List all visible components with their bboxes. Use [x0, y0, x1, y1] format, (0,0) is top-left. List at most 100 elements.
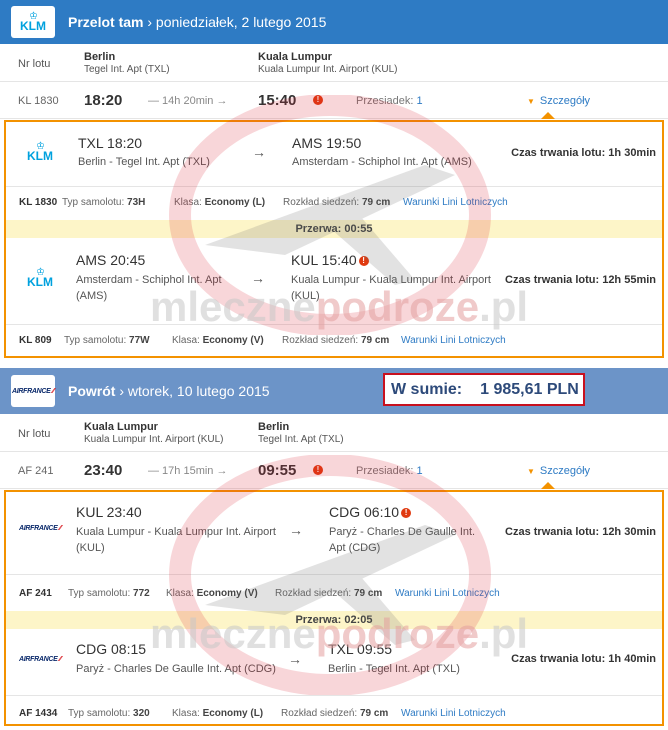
airline-conditions-link[interactable]: Warunki Lini Lotniczych	[395, 588, 500, 599]
segment-arrival: CDG 06:10!	[329, 504, 412, 520]
segment-departure-place: Berlin - Tegel Int. Apt (TXL)	[78, 156, 210, 168]
segment-arrival-place: Amsterdam - Schiphol Int. Apt (AMS)	[292, 156, 472, 168]
next-day-warning-icon: !	[358, 256, 369, 266]
outbound-route-header: Nr lotu Berlin Tegel Int. Apt (TXL) Kual…	[0, 44, 668, 82]
aircraft-info: Typ samolotu: 77W	[64, 335, 150, 346]
segment-arrival: KUL 15:40!	[291, 252, 369, 268]
details-pointer	[541, 482, 555, 489]
segment-departure: CDG 08:15	[76, 641, 147, 657]
total-duration: — 17h 15min →	[148, 465, 228, 477]
details-pointer	[541, 112, 555, 119]
arrow-right-icon: →	[289, 522, 303, 538]
origin-airport: Tegel Int. Apt (TXL)	[84, 64, 170, 75]
destination-city: Berlin	[258, 421, 290, 433]
segment-meta: KL 1830 Typ samolotu: 73H Klasa: Economy…	[6, 188, 662, 216]
divider	[6, 574, 662, 575]
flight-number: KL 1830	[18, 95, 59, 107]
klm-logo: ♔ KLM	[27, 141, 53, 163]
segment-flight-number: AF 1434	[19, 708, 58, 719]
divider	[6, 186, 662, 187]
details-toggle[interactable]: ▼ Szczegóły	[527, 465, 590, 477]
segment-flight-number: KL 809	[19, 335, 52, 346]
segment-flight-number: AF 241	[19, 588, 52, 599]
details-toggle[interactable]: ▼ Szczegóły	[527, 95, 590, 107]
flight-segment: AIRFRANCE ⁄⁄ CDG 08:15 Paryż - Charles D…	[6, 631, 662, 695]
return-header: AIRFRANCE ⁄⁄ Powrót › wtorek, 10 lutego …	[0, 368, 668, 414]
return-summary-row[interactable]: AF 241 23:40 — 17h 15min → 09:55 ! Przes…	[0, 453, 668, 489]
aircraft-info: Typ samolotu: 772	[68, 588, 150, 599]
klm-logo: ♔ KLM	[27, 267, 53, 289]
segment-departure: AMS 20:45	[76, 252, 146, 268]
airline-conditions-link[interactable]: Warunki Lini Lotniczych	[401, 335, 506, 346]
segment-meta: AF 241 Typ samolotu: 772 Klasa: Economy …	[6, 579, 662, 607]
class-info: Klasa: Economy (L)	[172, 708, 264, 719]
destination-airport: Kuala Lumpur Int. Airport (KUL)	[258, 64, 398, 75]
segment-arrival-place: Paryż - Charles De Gaulle Int. Apt (CDG)	[329, 526, 476, 554]
destination-airport: Tegel Int. Apt (TXL)	[258, 434, 344, 445]
next-day-warning-icon: !	[313, 95, 323, 105]
airline-conditions-link[interactable]: Warunki Lini Lotniczych	[403, 197, 508, 208]
outbound-summary-row[interactable]: KL 1830 18:20 — 14h 20min → 15:40 ! Prze…	[0, 83, 668, 119]
flight-segment: ♔ KLM TXL 18:20 Berlin - Tegel Int. Apt (…	[6, 122, 662, 186]
segment-departure-place: Amsterdam - Schiphol Int. Apt (AMS)	[76, 274, 222, 302]
outbound-header: ♔ KLM Przelot tam › poniedziałek, 2 luteg…	[0, 0, 668, 44]
triangle-down-icon: ▼	[527, 467, 535, 476]
origin-city: Berlin	[84, 51, 116, 63]
next-day-warning-icon: !	[401, 508, 412, 518]
return-route-header: Nr lotu Kuala Lumpur Kuala Lumpur Int. A…	[0, 414, 668, 452]
segment-departure: TXL 18:20	[78, 135, 143, 151]
arrival-time: 15:40	[258, 92, 297, 109]
airfrance-logo: AIRFRANCE ⁄⁄	[19, 655, 61, 663]
flight-segment: ♔ KLM AMS 20:45 Amsterdam - Schiphol Int.…	[6, 240, 662, 324]
segment-flight-number: KL 1830	[19, 197, 58, 208]
klm-logo: ♔ KLM	[11, 6, 55, 38]
total-amount: 1 985,61 PLN	[480, 380, 579, 398]
segment-duration: Czas trwania lotu: 1h 40min	[511, 653, 656, 665]
departure-time: 23:40	[84, 462, 123, 479]
segment-departure-place: Kuala Lumpur - Kuala Lumpur Int. Airport…	[76, 526, 276, 554]
flight-number-label: Nr lotu	[18, 58, 51, 70]
class-info: Klasa: Economy (V)	[166, 588, 258, 599]
arrow-right-icon: →	[288, 651, 302, 667]
segment-meta: KL 809 Typ samolotu: 77W Klasa: Economy …	[6, 326, 662, 354]
layover-banner: Przerwa: 00:55	[6, 220, 662, 238]
segment-duration: Czas trwania lotu: 12h 30min	[505, 526, 656, 538]
divider	[6, 324, 662, 325]
stops-info: Przesiadek: 1	[356, 95, 423, 107]
divider	[6, 695, 662, 696]
total-price-box: W sumie: 1 985,61 PLN	[383, 373, 585, 406]
triangle-down-icon: ▼	[527, 97, 535, 106]
seat-info: Rozkład siedzeń: 79 cm	[282, 335, 390, 346]
outbound-details-panel: ♔ KLM TXL 18:20 Berlin - Tegel Int. Apt (…	[4, 120, 664, 358]
total-duration: — 14h 20min →	[148, 95, 228, 107]
class-info: Klasa: Economy (V)	[172, 335, 264, 346]
seat-info: Rozkład siedzeń: 79 cm	[275, 588, 383, 599]
segment-arrival: AMS 19:50	[292, 135, 362, 151]
return-details-panel: AIRFRANCE ⁄⁄ KUL 23:40 Kuala Lumpur - Ku…	[4, 490, 664, 726]
destination-city: Kuala Lumpur	[258, 51, 332, 63]
aircraft-info: Typ samolotu: 73H	[62, 197, 146, 208]
segment-arrival: TXL 09:55	[328, 641, 393, 657]
aircraft-info: Typ samolotu: 320	[68, 708, 150, 719]
class-info: Klasa: Economy (L)	[174, 197, 266, 208]
airfrance-logo: AIRFRANCE ⁄⁄	[11, 375, 55, 407]
segment-duration: Czas trwania lotu: 12h 55min	[505, 274, 656, 286]
total-label: W sumie:	[391, 380, 463, 398]
segment-arrival-place: Berlin - Tegel Int. Apt (TXL)	[328, 663, 460, 675]
flight-number: AF 241	[18, 465, 54, 477]
flight-number-label: Nr lotu	[18, 428, 51, 440]
segment-departure: KUL 23:40	[76, 504, 142, 520]
origin-city: Kuala Lumpur	[84, 421, 158, 433]
arrow-right-icon: →	[252, 144, 266, 160]
segment-departure-place: Paryż - Charles De Gaulle Int. Apt (CDG)	[76, 663, 276, 675]
seat-info: Rozkład siedzeń: 79 cm	[281, 708, 389, 719]
layover-banner: Przerwa: 02:05	[6, 611, 662, 629]
origin-airport: Kuala Lumpur Int. Airport (KUL)	[84, 434, 224, 445]
stops-info: Przesiadek: 1	[356, 465, 423, 477]
segment-duration: Czas trwania lotu: 1h 30min	[511, 147, 656, 159]
arrival-time: 09:55	[258, 462, 297, 479]
airline-conditions-link[interactable]: Warunki Lini Lotniczych	[401, 708, 506, 719]
flight-segment: AIRFRANCE ⁄⁄ KUL 23:40 Kuala Lumpur - Ku…	[6, 492, 662, 574]
seat-info: Rozkład siedzeń: 79 cm	[283, 197, 391, 208]
airfrance-logo: AIRFRANCE ⁄⁄	[19, 524, 61, 532]
